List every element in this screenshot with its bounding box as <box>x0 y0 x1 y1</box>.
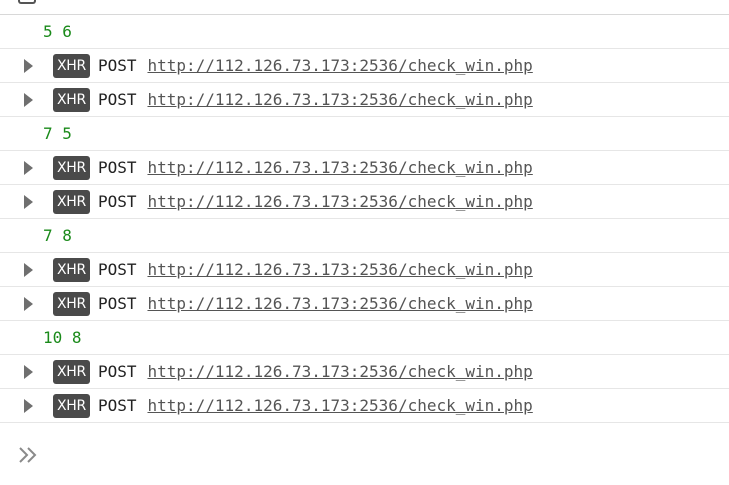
console-log-message: 5 6 <box>0 15 729 49</box>
log-text: 7 5 <box>43 124 72 143</box>
console-toolbar-edge <box>0 0 729 15</box>
console-messages: 5 6 XHR POST http://112.126.73.173:2536/che… <box>0 15 729 423</box>
expand-arrow-icon[interactable] <box>24 364 33 379</box>
request-url-link[interactable]: http://112.126.73.173:2536/check_win.php <box>147 260 532 279</box>
xhr-badge: XHR <box>53 257 90 282</box>
xhr-request-row[interactable]: XHR POST http://112.126.73.173:2536/check_… <box>0 287 729 321</box>
expand-arrow-icon[interactable] <box>24 194 33 209</box>
request-url-link[interactable]: http://112.126.73.173:2536/check_win.php <box>147 396 532 415</box>
xhr-request-row[interactable]: XHR POST http://112.126.73.173:2536/check_… <box>0 49 729 83</box>
xhr-badge: XHR <box>53 291 90 316</box>
log-text: 7 8 <box>43 226 72 245</box>
console-log-message: 7 8 <box>0 219 729 253</box>
expand-arrow-icon[interactable] <box>24 92 33 107</box>
expand-arrow-icon[interactable] <box>24 58 33 73</box>
console-log-message: 7 5 <box>0 117 729 151</box>
xhr-request-row[interactable]: XHR POST http://112.126.73.173:2536/check_… <box>0 389 729 423</box>
request-url-link[interactable]: http://112.126.73.173:2536/check_win.php <box>147 362 532 381</box>
log-text: 5 6 <box>43 22 72 41</box>
xhr-badge: XHR <box>53 53 90 78</box>
expand-arrow-icon[interactable] <box>24 160 33 175</box>
request-method: POST <box>97 90 137 109</box>
request-method: POST <box>97 396 137 415</box>
request-method: POST <box>97 260 137 279</box>
request-method: POST <box>97 362 137 381</box>
request-method: POST <box>97 158 137 177</box>
request-method: POST <box>97 56 137 75</box>
request-method: POST <box>97 192 137 211</box>
xhr-badge: XHR <box>53 87 90 112</box>
xhr-request-row[interactable]: XHR POST http://112.126.73.173:2536/check_… <box>0 151 729 185</box>
xhr-request-row[interactable]: XHR POST http://112.126.73.173:2536/check_… <box>0 83 729 117</box>
request-method: POST <box>97 294 137 313</box>
xhr-request-row[interactable]: XHR POST http://112.126.73.173:2536/check_… <box>0 253 729 287</box>
xhr-badge: XHR <box>53 393 90 418</box>
expand-arrow-icon[interactable] <box>24 398 33 413</box>
chevron-double-right-icon <box>19 447 37 463</box>
log-text: 10 8 <box>43 328 82 347</box>
request-url-link[interactable]: http://112.126.73.173:2536/check_win.php <box>147 192 532 211</box>
expand-arrow-icon[interactable] <box>24 262 33 277</box>
xhr-request-row[interactable]: XHR POST http://112.126.73.173:2536/check_… <box>0 185 729 219</box>
xhr-badge: XHR <box>53 189 90 214</box>
console-prompt[interactable] <box>0 435 729 475</box>
xhr-request-row[interactable]: XHR POST http://112.126.73.173:2536/check_… <box>0 355 729 389</box>
request-url-link[interactable]: http://112.126.73.173:2536/check_win.php <box>147 158 532 177</box>
xhr-badge: XHR <box>53 359 90 384</box>
request-url-link[interactable]: http://112.126.73.173:2536/check_win.php <box>147 294 532 313</box>
expand-arrow-icon[interactable] <box>24 296 33 311</box>
console-log-message: 10 8 <box>0 321 729 355</box>
request-url-link[interactable]: http://112.126.73.173:2536/check_win.php <box>147 56 532 75</box>
xhr-badge: XHR <box>53 155 90 180</box>
toolbar-icon[interactable] <box>18 0 36 4</box>
request-url-link[interactable]: http://112.126.73.173:2536/check_win.php <box>147 90 532 109</box>
